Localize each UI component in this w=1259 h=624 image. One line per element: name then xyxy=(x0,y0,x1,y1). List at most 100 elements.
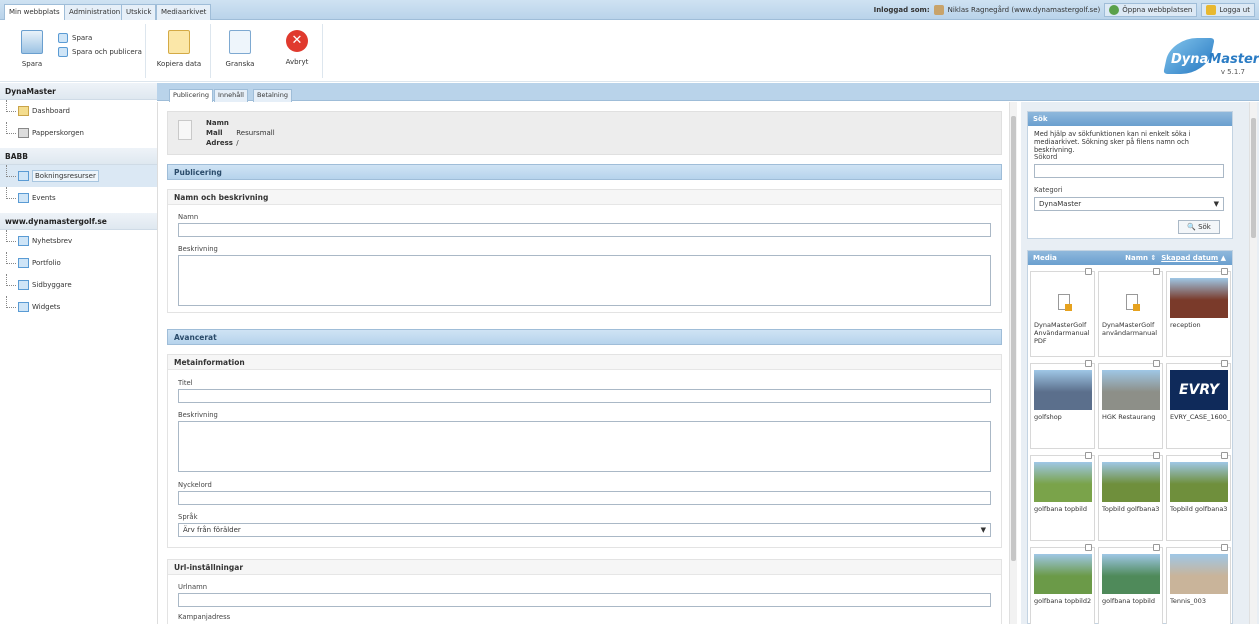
sort-by-name[interactable]: Namn xyxy=(1125,254,1148,262)
media-item-caption: Topbild golfbana3 xyxy=(1170,505,1228,513)
media-item[interactable]: reception xyxy=(1166,268,1231,357)
disk-icon xyxy=(58,33,68,43)
tree-connector xyxy=(6,165,16,177)
copy-data-button[interactable]: Kopiera data xyxy=(154,24,204,68)
media-item-checkbox[interactable] xyxy=(1085,544,1092,551)
namn-input[interactable] xyxy=(178,223,991,237)
logout-button[interactable]: Logga ut xyxy=(1201,3,1255,17)
media-thumbnail xyxy=(1034,370,1092,410)
media-item-caption: DynaMasterGolf användarmanual xyxy=(1102,321,1158,337)
media-item-caption: golfbana topbild2 xyxy=(1034,597,1092,605)
media-item[interactable]: golfshop xyxy=(1030,360,1095,449)
tab-betalning[interactable]: Betalning xyxy=(253,89,292,102)
sprak-select[interactable]: Ärv från förälder ▼ xyxy=(178,523,991,537)
nyckelord-label: Nyckelord xyxy=(178,481,212,489)
urlnamn-input[interactable] xyxy=(178,593,991,607)
media-item-checkbox[interactable] xyxy=(1153,452,1160,459)
dashboard-icon xyxy=(18,106,29,116)
tab-utskick[interactable]: Utskick xyxy=(121,4,157,20)
section-publicering[interactable]: Publicering xyxy=(167,164,1002,180)
tab-min-webbplats[interactable]: Min webbplats xyxy=(4,4,65,21)
tab-publicering[interactable]: Publicering xyxy=(169,89,213,102)
info-adress-value: / xyxy=(236,139,239,147)
media-item[interactable]: DynaMasterGolf Användarmanual PDF xyxy=(1030,268,1095,357)
sidebar-section-site: www.dynamastergolf.se xyxy=(0,213,157,230)
media-item-checkbox[interactable] xyxy=(1085,452,1092,459)
info-mall-row: Mall Resursmall xyxy=(206,129,275,137)
media-header: Media Namn ⇕ Skapad datum ▲ xyxy=(1028,251,1232,265)
media-item-checkbox[interactable] xyxy=(1153,360,1160,367)
meta-beskrivning-textarea[interactable] xyxy=(178,421,991,472)
sidebar-item-events[interactable]: Events xyxy=(0,187,157,209)
sort-by-date[interactable]: Skapad datum xyxy=(1161,254,1218,262)
sidebar-item-bokningsresurser[interactable]: Bokningsresurser xyxy=(0,165,157,187)
media-item-checkbox[interactable] xyxy=(1221,544,1228,551)
dropdown-arrow-icon: ▼ xyxy=(980,526,986,534)
search-button-label: Sök xyxy=(1198,223,1211,231)
sidebar-item-papperskorgen[interactable]: Papperskorgen xyxy=(0,122,157,144)
scrollbar-thumb[interactable] xyxy=(1011,116,1016,561)
open-site-button[interactable]: Öppna webbplatsen xyxy=(1104,3,1198,17)
kategori-label: Kategori xyxy=(1034,186,1063,194)
media-item[interactable]: golfbana topbild xyxy=(1030,452,1095,541)
close-icon: ✕ xyxy=(286,30,308,52)
dropdown-arrow-icon: ▼ xyxy=(1213,200,1219,208)
logout-label: Logga ut xyxy=(1219,6,1250,14)
nyckelord-input[interactable] xyxy=(178,491,991,505)
search-icon: 🔍 xyxy=(1187,223,1196,231)
scrollbar-thumb[interactable] xyxy=(1251,118,1256,238)
tab-administration[interactable]: Administration xyxy=(64,4,126,20)
section-avancerat[interactable]: Avancerat xyxy=(167,329,1002,345)
media-item[interactable]: Tennis_003 xyxy=(1166,544,1231,624)
tab-innehall[interactable]: Innehåll xyxy=(214,89,248,102)
tree-connector xyxy=(6,187,16,199)
media-item-checkbox[interactable] xyxy=(1085,268,1092,275)
sidebar-item-nyhetsbrev[interactable]: Nyhetsbrev xyxy=(0,230,157,252)
fieldset-url: Url-inställningar Urlnamn Kampanjadress xyxy=(167,559,1002,624)
media-grid-panel: Media Namn ⇕ Skapad datum ▲ DynaMasterGo… xyxy=(1027,250,1233,624)
media-item[interactable]: golfbana topbild xyxy=(1098,544,1163,624)
media-item-checkbox[interactable] xyxy=(1153,268,1160,275)
media-item[interactable]: HGK Restaurang xyxy=(1098,360,1163,449)
sidebar-item-sidbyggare[interactable]: Sidbyggare xyxy=(0,274,157,296)
sidebar-item-widgets[interactable]: Widgets xyxy=(0,296,157,318)
media-item[interactable]: EVRY EVRY_CASE_1600_ xyxy=(1166,360,1231,449)
main-scrollbar[interactable] xyxy=(1009,102,1017,624)
sokord-label: Sökord xyxy=(1034,153,1058,161)
media-item-caption: DynaMasterGolf Användarmanual PDF xyxy=(1034,321,1090,345)
search-button[interactable]: 🔍 Sök xyxy=(1178,220,1220,234)
media-item[interactable]: golfbana topbild2 xyxy=(1030,544,1095,624)
user-name: Niklas Ragnegård (www.dynamastergolf.se) xyxy=(947,6,1101,14)
logged-in-label: Inloggad som: xyxy=(873,6,930,14)
tab-mediaarkivet[interactable]: Mediaarkivet xyxy=(156,4,212,20)
media-item[interactable]: DynaMasterGolf användarmanual xyxy=(1098,268,1163,357)
media-item[interactable]: Topbild golfbana3 xyxy=(1098,452,1163,541)
sidebar-item-portfolio[interactable]: Portfolio xyxy=(0,252,157,274)
copy-label: Kopiera data xyxy=(156,60,202,68)
media-item-checkbox[interactable] xyxy=(1085,360,1092,367)
cancel-button[interactable]: ✕ Avbryt xyxy=(280,24,314,66)
media-item-checkbox[interactable] xyxy=(1221,268,1228,275)
media-item-caption: golfshop xyxy=(1034,413,1062,421)
review-button[interactable]: Granska xyxy=(222,24,258,68)
titel-input[interactable] xyxy=(178,389,991,403)
kategori-select[interactable]: DynaMaster ▼ xyxy=(1034,197,1224,211)
media-item-checkbox[interactable] xyxy=(1221,452,1228,459)
media-item-checkbox[interactable] xyxy=(1221,360,1228,367)
sidebar-item-dashboard[interactable]: Dashboard xyxy=(0,100,157,122)
module-icon xyxy=(18,280,29,290)
media-item[interactable]: Topbild golfbana3 xyxy=(1166,452,1231,541)
info-mall-label: Mall xyxy=(206,129,223,137)
tree-connector xyxy=(6,296,16,308)
sokord-input[interactable] xyxy=(1034,164,1224,178)
resource-info-box: Namn Mall Resursmall Adress / xyxy=(167,111,1002,155)
media-item-checkbox[interactable] xyxy=(1153,544,1160,551)
logo-text: DynaMaster xyxy=(1171,52,1259,67)
media-scrollbar[interactable] xyxy=(1249,102,1257,624)
beskrivning-textarea[interactable] xyxy=(178,255,991,306)
save-label: Spara xyxy=(21,60,43,68)
publish-icon xyxy=(58,47,68,57)
save-publish-button[interactable]: Spara och publicera xyxy=(58,47,142,57)
save-small-button[interactable]: Spara xyxy=(58,33,92,43)
save-button[interactable]: Spara xyxy=(10,24,54,68)
